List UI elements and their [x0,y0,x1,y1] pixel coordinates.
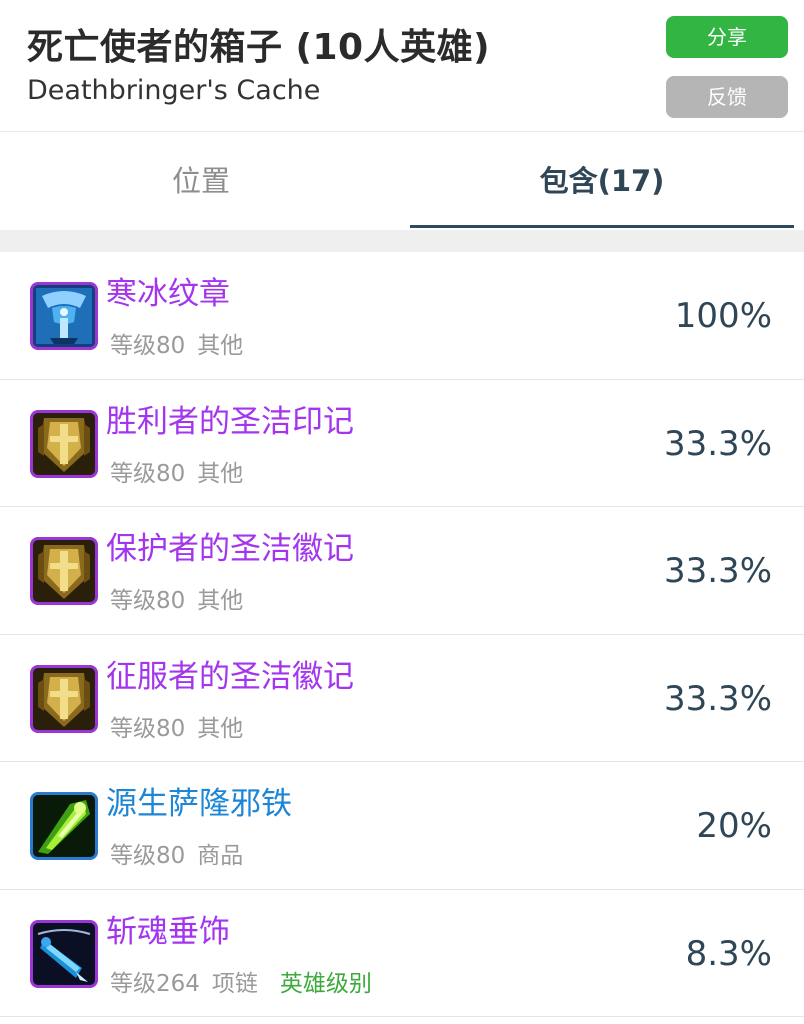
section-divider [0,230,804,252]
item-meta: 等级80 其他 [110,709,255,743]
item-level: 等级80 [110,843,186,869]
list-item[interactable]: 征服者的圣洁徽记 等级80 其他 33.3% [0,635,804,762]
heroic-tag: 英雄级别 [279,970,372,997]
list-item[interactable]: 斩魂垂饰 等级264 项链 英雄级别 8.3% [0,890,804,1017]
header: 死亡使者的箱子 (10人英雄) Deathbringer's Cache 分享 … [0,0,804,132]
item-meta: 等级80 商品 [110,836,255,870]
item-name: 斩魂垂饰 [106,913,230,950]
sanctified-mark-icon [30,664,98,733]
item-name: 征服者的圣洁徽记 [106,658,354,695]
item-name: 寒冰纹章 [106,276,230,312]
drop-chance: 20% [696,806,772,846]
item-type: 项链 [211,970,258,997]
item-type: 其他 [197,588,244,614]
item-level: 等级80 [110,715,186,742]
item-level: 等级264 [110,970,200,997]
item-list: 寒冰纹章 等级80 其他 100% 胜利者的圣洁印记 等级80 其他 33.3%… [0,252,804,1017]
item-type: 其他 [197,460,244,487]
list-item[interactable]: 源生萨隆邪铁 等级80 商品 20% [0,762,804,890]
list-item[interactable]: 胜利者的圣洁印记 等级80 其他 33.3% [0,380,804,507]
frost-emblem-icon [30,282,98,350]
soulcleave-pendant-icon [30,919,98,988]
share-button[interactable]: 分享 [666,16,788,58]
drop-chance: 33.3% [663,551,772,591]
item-level: 等级80 [110,460,186,487]
drop-chance: 100% [674,296,772,336]
item-meta: 等级264 项链 英雄级别 [110,964,384,998]
page-subtitle: Deathbringer's Cache [27,75,321,106]
item-name: 保护者的圣洁徽记 [106,531,354,567]
item-name: 源生萨隆邪铁 [106,786,292,822]
item-meta: 等级80 其他 [110,454,255,488]
item-meta: 等级80 其他 [110,581,255,615]
primordial-saronite-icon [30,792,98,860]
item-level: 等级80 [110,333,186,359]
sanctified-mark-icon [30,537,98,605]
item-name: 胜利者的圣洁印记 [106,403,354,440]
item-type: 商品 [197,843,244,869]
item-type: 其他 [197,715,244,742]
tab-location[interactable]: 位置 [0,133,402,230]
page-title: 死亡使者的箱子 (10人英雄) [27,27,491,68]
list-item[interactable]: 寒冰纹章 等级80 其他 100% [0,252,804,380]
drop-chance: 33.3% [663,423,772,464]
item-type: 其他 [197,333,244,359]
drop-chance: 8.3% [685,933,772,974]
drop-chance: 33.3% [663,678,772,719]
item-meta: 等级80 其他 [110,326,255,360]
sanctified-mark-icon [30,409,98,478]
tab-bar: 位置 包含(17) [0,133,804,230]
feedback-button[interactable]: 反馈 [666,76,788,118]
loot-page: 死亡使者的箱子 (10人英雄) Deathbringer's Cache 分享 … [0,0,804,1024]
tab-contains[interactable]: 包含(17) [410,133,794,230]
list-item[interactable]: 保护者的圣洁徽记 等级80 其他 33.3% [0,507,804,635]
item-level: 等级80 [110,588,186,614]
active-tab-indicator [410,225,794,228]
